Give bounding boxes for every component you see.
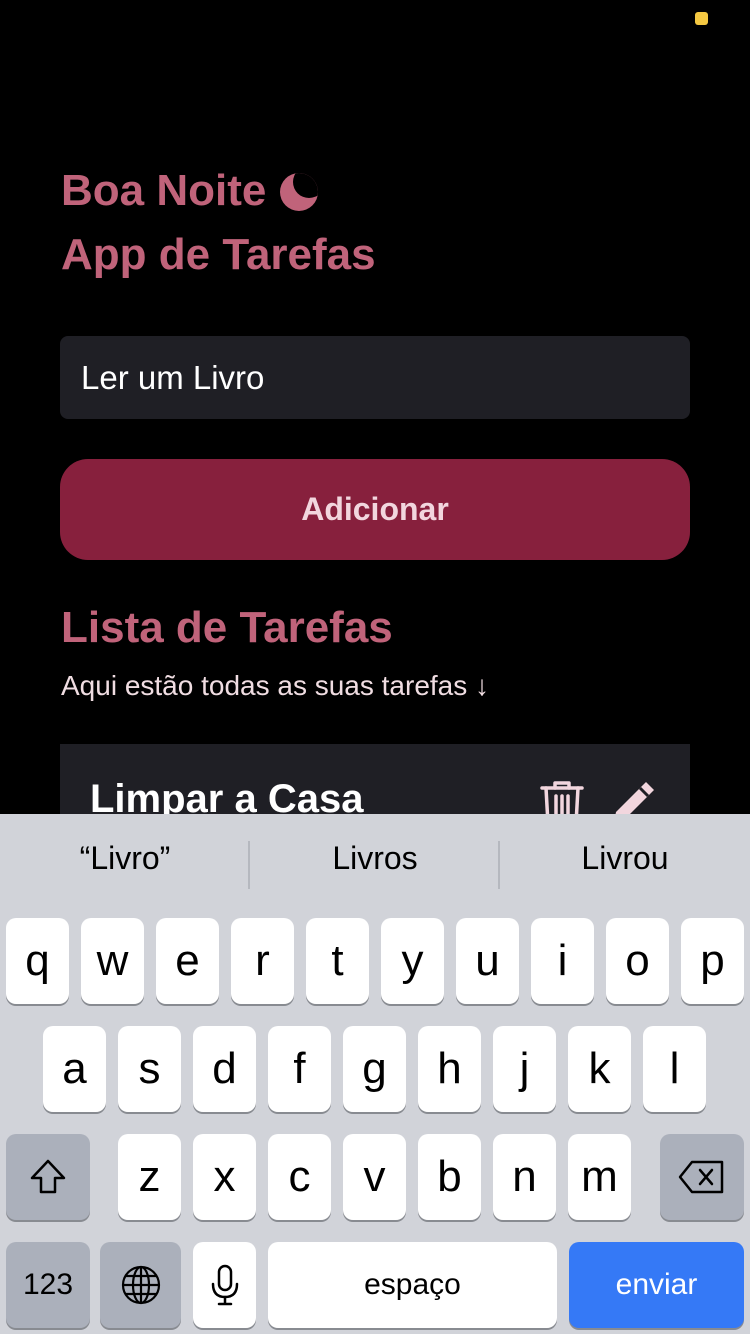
shift-key[interactable] — [6, 1134, 90, 1220]
microphone-key[interactable] — [193, 1242, 256, 1328]
backspace-icon — [678, 1160, 724, 1194]
keyboard: “Livro” Livros Livrou q w e r t y u i o … — [0, 814, 750, 1334]
send-key-label: enviar — [615, 1268, 698, 1301]
key-b[interactable]: b — [418, 1134, 481, 1220]
shift-icon — [30, 1159, 66, 1194]
key-i[interactable]: i — [531, 918, 594, 1004]
key-y[interactable]: y — [381, 918, 444, 1004]
key-q[interactable]: q — [6, 918, 69, 1004]
key-e[interactable]: e — [156, 918, 219, 1004]
key-o[interactable]: o — [606, 918, 669, 1004]
globe-key[interactable] — [100, 1242, 181, 1328]
greeting: Boa Noite — [61, 162, 319, 220]
key-g[interactable]: g — [343, 1026, 406, 1112]
key-w[interactable]: w — [81, 918, 144, 1004]
space-key-label: espaço — [364, 1268, 461, 1301]
key-t[interactable]: t — [306, 918, 369, 1004]
key-l[interactable]: l — [643, 1026, 706, 1112]
key-h[interactable]: h — [418, 1026, 481, 1112]
list-title: Lista de Tarefas — [61, 603, 393, 652]
key-d[interactable]: d — [193, 1026, 256, 1112]
numbers-key-label: 123 — [22, 1268, 74, 1301]
key-r[interactable]: r — [231, 918, 294, 1004]
key-n[interactable]: n — [493, 1134, 556, 1220]
app-title: App de Tarefas — [61, 230, 376, 279]
key-a[interactable]: a — [43, 1026, 106, 1112]
add-button-label: Adicionar — [301, 491, 449, 527]
key-z[interactable]: z — [118, 1134, 181, 1220]
microphone-icon — [211, 1264, 238, 1306]
space-key[interactable]: espaço — [268, 1242, 557, 1328]
key-k[interactable]: k — [568, 1026, 631, 1112]
key-s[interactable]: s — [118, 1026, 181, 1112]
list-subtitle: Aqui estão todas as suas tarefas ↓ — [61, 670, 490, 701]
status-indicator — [695, 12, 708, 25]
suggestion-item[interactable]: Livros — [250, 840, 500, 877]
key-x[interactable]: x — [193, 1134, 256, 1220]
suggestion-item[interactable]: Livrou — [500, 840, 750, 877]
key-f[interactable]: f — [268, 1026, 331, 1112]
suggestion-item[interactable]: “Livro” — [0, 840, 250, 877]
key-u[interactable]: u — [456, 918, 519, 1004]
key-m[interactable]: m — [568, 1134, 631, 1220]
task-input[interactable] — [60, 336, 690, 419]
suggestion-bar: “Livro” Livros Livrou — [0, 814, 750, 914]
greeting-text: Boa Noite — [61, 166, 267, 215]
key-p[interactable]: p — [681, 918, 744, 1004]
key-v[interactable]: v — [343, 1134, 406, 1220]
key-j[interactable]: j — [493, 1026, 556, 1112]
send-key[interactable]: enviar — [569, 1242, 744, 1328]
backspace-key[interactable] — [660, 1134, 744, 1220]
globe-icon — [121, 1265, 160, 1305]
key-c[interactable]: c — [268, 1134, 331, 1220]
numbers-key[interactable]: 123 — [6, 1242, 90, 1328]
moon-icon — [280, 173, 319, 211]
add-button[interactable]: Adicionar — [60, 459, 690, 560]
